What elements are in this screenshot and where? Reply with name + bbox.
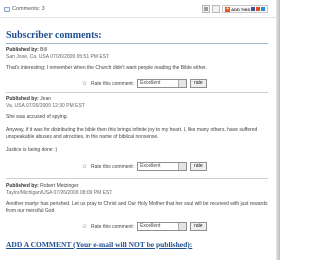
rate-row: ✩ Rate this comment: Excellent rate (82, 79, 207, 88)
add-comment-link[interactable]: ADD A COMMENT (Your e-mail will NOT be p… (6, 240, 192, 249)
subscriber-comments-heading: Subscriber comments: (6, 30, 102, 41)
comment-bubble-icon (4, 6, 10, 12)
comment-author: Robert Metzinger (40, 183, 79, 189)
rate-button[interactable]: rate (190, 222, 207, 231)
social-icons (251, 7, 265, 11)
comments-toolbar: Comments: 3 + ADD THIS (0, 4, 276, 18)
comment-item: Published by: Robert Metzinger Taylor/Mi… (6, 183, 268, 214)
comments-count[interactable]: Comments: 3 (4, 6, 45, 12)
rating-select[interactable]: Excellent (137, 162, 188, 171)
comment-meta: Va, USA 07/26/2009 12:30 PM EST (6, 102, 85, 109)
share-icon (261, 7, 265, 11)
comment-text: She was accused of spying. Anyway, if it… (6, 114, 258, 153)
rate-label: Rate this comment: (91, 163, 135, 170)
comment-item: Published by: Jean Va, USA 07/26/2009 12… (6, 96, 268, 153)
share-area: + ADD THIS (202, 5, 268, 13)
comment-meta: Taylor/Michigan/USA 07/26/2009 08:09 PM … (6, 189, 113, 196)
comment-meta: San Jose, Ca. USA 07/26/2009 05:51 PM ES… (6, 53, 110, 60)
comments-page: Comments: 3 + ADD THIS Subscriber commen… (0, 0, 280, 260)
email-icon[interactable] (212, 5, 221, 13)
published-by-label: Published by: (6, 47, 39, 53)
rating-star-icon: ✩ (82, 163, 88, 170)
addthis-button[interactable]: + ADD THIS (222, 5, 268, 13)
comment-item: Published by: Bill San Jose, Ca. USA 07/… (6, 47, 268, 72)
published-by-label: Published by: (6, 96, 39, 102)
facebook-icon (251, 7, 255, 11)
comment-divider (6, 92, 268, 93)
rating-select[interactable]: Excellent (137, 79, 188, 88)
print-icon[interactable] (202, 5, 211, 13)
rate-row: ✩ Rate this comment: Excellent rate (82, 222, 207, 231)
bookmark-icon (256, 7, 260, 11)
comments-count-label: Comments: 3 (12, 6, 45, 12)
comment-text: That's interesting; I remember when the … (6, 65, 207, 71)
rating-select[interactable]: Excellent (137, 222, 188, 231)
rate-row: ✩ Rate this comment: Excellent rate (82, 162, 207, 171)
comment-author: Jean (40, 96, 52, 102)
rate-label: Rate this comment: (91, 223, 135, 230)
addthis-label: ADD THIS (231, 6, 250, 12)
comment-divider (6, 178, 268, 179)
rate-button[interactable]: rate (190, 79, 207, 88)
plus-icon: + (225, 5, 231, 12)
rating-star-icon: ✩ (82, 223, 88, 230)
comment-author: Bill (40, 47, 47, 53)
rate-label: Rate this comment: (91, 80, 135, 87)
heading-rule (6, 43, 268, 44)
published-by-label: Published by: (6, 183, 39, 189)
comment-text: Another martyr has perished. Let us pray… (6, 201, 268, 214)
rate-button[interactable]: rate (190, 162, 207, 171)
rating-star-icon: ✩ (82, 80, 88, 87)
